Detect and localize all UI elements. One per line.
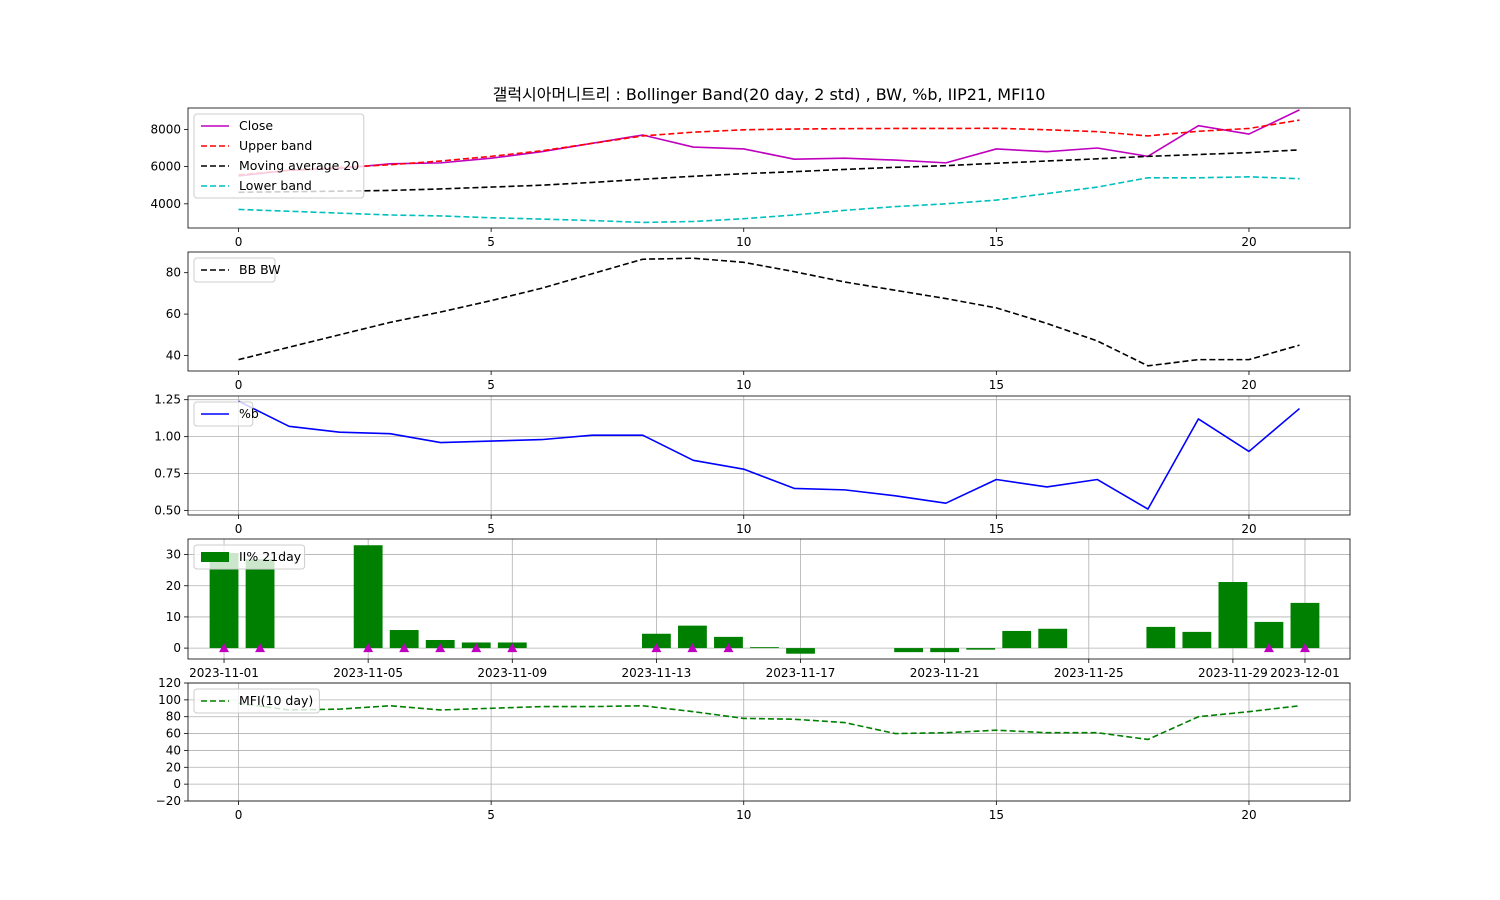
x-tick-label: 10 (736, 522, 751, 536)
y-tick-label: 20 (166, 579, 181, 593)
x-tick-label: 2023-11-29 (1198, 666, 1268, 680)
legend-label: Moving average 20 (239, 158, 359, 173)
x-tick-label: 15 (989, 522, 1004, 536)
bar (1146, 626, 1176, 649)
x-tick-label: 5 (487, 522, 495, 536)
x-tick-label: 0 (235, 522, 243, 536)
y-tick-label: 1.25 (154, 393, 181, 407)
y-tick-label: 80 (166, 710, 181, 724)
x-tick-label: 0 (235, 378, 243, 392)
figure: 갤럭시아머니트리 : Bollinger Band(20 day, 2 std)… (0, 0, 1500, 900)
x-tick-label: 10 (736, 235, 751, 249)
bar (353, 545, 383, 649)
bar (894, 648, 924, 653)
y-tick-label: 40 (166, 348, 181, 362)
y-tick-label: 100 (158, 693, 181, 707)
x-tick-label: 10 (736, 808, 751, 822)
legend-label: II% 21day (239, 549, 302, 564)
x-tick-label: 2023-11-01 (189, 666, 259, 680)
x-tick-label: 2023-12-01 (1270, 666, 1340, 680)
x-tick-label: 0 (235, 235, 243, 249)
x-tick-label: 2023-11-09 (477, 666, 547, 680)
bar (1038, 628, 1068, 649)
y-tick-label: 8000 (150, 122, 181, 136)
y-tick-label: 80 (166, 266, 181, 280)
y-tick-label: 0.75 (154, 467, 181, 481)
legend-label: Lower band (239, 178, 312, 193)
bar (245, 559, 275, 649)
bar (930, 648, 960, 653)
y-tick-label: 0 (173, 641, 181, 655)
y-tick-label: 120 (158, 676, 181, 690)
bar (1290, 602, 1320, 649)
y-tick-label: 60 (166, 307, 181, 321)
x-tick-label: 20 (1241, 808, 1256, 822)
y-tick-label: 60 (166, 727, 181, 741)
legend-label: BB BW (239, 262, 281, 277)
y-tick-label: 0 (173, 777, 181, 791)
legend-label: %b (239, 406, 259, 421)
bar (750, 647, 779, 649)
y-tick-label: −20 (156, 794, 181, 808)
x-tick-label: 15 (989, 808, 1004, 822)
chart-title: 갤럭시아머니트리 : Bollinger Band(20 day, 2 std)… (493, 85, 1046, 104)
x-tick-label: 2023-11-17 (766, 666, 836, 680)
bar (1002, 630, 1032, 649)
x-tick-label: 0 (235, 808, 243, 822)
y-tick-label: 30 (166, 548, 181, 562)
x-tick-label: 10 (736, 378, 751, 392)
x-tick-label: 2023-11-13 (622, 666, 692, 680)
y-tick-label: 1.00 (154, 430, 181, 444)
x-tick-label: 15 (989, 235, 1004, 249)
x-tick-label: 20 (1241, 378, 1256, 392)
legend-label: Upper band (239, 138, 312, 153)
x-tick-label: 20 (1241, 522, 1256, 536)
bar (1218, 582, 1248, 649)
y-tick-label: 6000 (150, 160, 181, 174)
x-tick-label: 5 (487, 808, 495, 822)
x-tick-label: 2023-11-25 (1054, 666, 1124, 680)
bar (786, 648, 815, 654)
x-tick-label: 15 (989, 378, 1004, 392)
bar (966, 648, 996, 650)
y-tick-label: 0.50 (154, 504, 181, 518)
x-tick-label: 2023-11-21 (910, 666, 980, 680)
x-tick-label: 20 (1241, 235, 1256, 249)
y-tick-label: 40 (166, 743, 181, 757)
bar (1182, 631, 1212, 649)
y-tick-label: 10 (166, 610, 181, 624)
x-tick-label: 5 (487, 235, 495, 249)
y-tick-label: 20 (166, 760, 181, 774)
legend-label: MFI(10 day) (239, 693, 313, 708)
x-tick-label: 2023-11-05 (333, 666, 403, 680)
x-tick-label: 5 (487, 378, 495, 392)
legend-label: Close (239, 118, 273, 133)
legend-swatch (201, 552, 229, 562)
y-tick-label: 4000 (150, 197, 181, 211)
